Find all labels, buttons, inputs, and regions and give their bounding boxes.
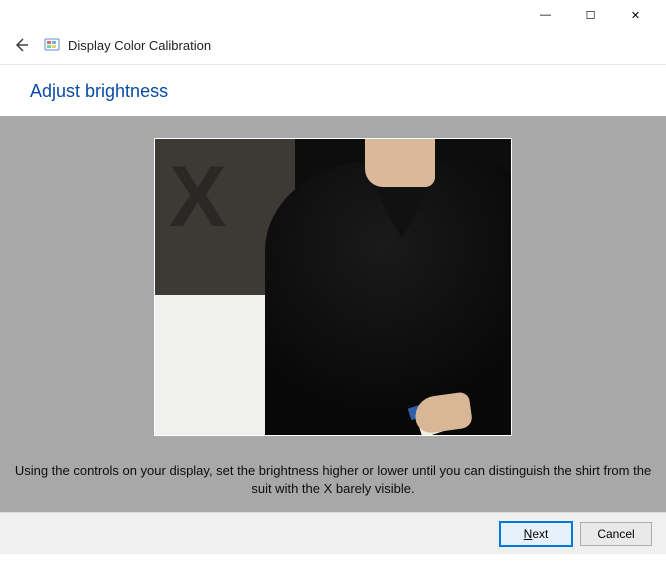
app-title: Display Color Calibration bbox=[68, 38, 211, 53]
next-button[interactable]: Next bbox=[500, 522, 572, 546]
sample-white-panel bbox=[155, 295, 273, 435]
instruction-caption: Using the controls on your display, set … bbox=[0, 462, 666, 498]
back-arrow-icon[interactable] bbox=[10, 34, 32, 56]
minimize-button[interactable]: — bbox=[523, 1, 568, 29]
cancel-button[interactable]: Cancel bbox=[580, 522, 652, 546]
footer-bar: Next Cancel bbox=[0, 512, 666, 554]
sample-neck bbox=[365, 139, 435, 187]
app-icon bbox=[44, 37, 60, 53]
sample-x-letter: X bbox=[169, 167, 226, 227]
sample-image: X bbox=[154, 138, 512, 436]
header-bar: Display Color Calibration bbox=[0, 30, 666, 65]
close-button[interactable]: ✕ bbox=[613, 1, 658, 29]
page-heading: Adjust brightness bbox=[30, 81, 636, 102]
brightness-stage: X Using the controls on your display, se… bbox=[0, 116, 666, 512]
maximize-button[interactable]: ☐ bbox=[568, 1, 613, 29]
window-titlebar: — ☐ ✕ bbox=[0, 0, 666, 30]
next-rest: ext bbox=[532, 527, 548, 541]
page-heading-area: Adjust brightness bbox=[0, 65, 666, 116]
